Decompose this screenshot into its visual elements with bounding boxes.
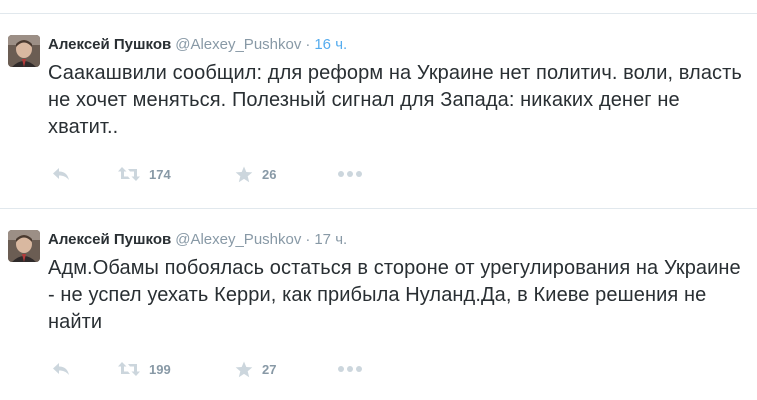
tweet[interactable]: Алексей Пушков @Alexey_Pushkov · 16 ч. Саак… <box>0 14 757 204</box>
reply-button[interactable] <box>52 358 70 380</box>
favorite-count: 27 <box>262 361 277 377</box>
more-button[interactable] <box>337 163 363 185</box>
retweet-count: 199 <box>149 361 171 377</box>
separator-dot: · <box>305 36 311 53</box>
timestamp-link[interactable]: 16 ч. <box>314 36 347 53</box>
retweet-icon <box>118 167 140 181</box>
timestamp-link[interactable]: 17 ч. <box>314 231 347 248</box>
favorite-count: 26 <box>262 166 277 182</box>
reply-icon <box>53 363 69 375</box>
retweet-button[interactable]: 174 <box>118 163 171 185</box>
avatar-image <box>8 230 40 262</box>
star-icon <box>235 166 253 182</box>
avatar[interactable] <box>8 35 40 67</box>
avatar-image <box>8 35 40 67</box>
author-name[interactable]: Алексей Пушков <box>48 231 171 248</box>
more-icon <box>338 366 362 372</box>
tweet-header: Алексей Пушков @Alexey_Pushkov · 16 ч. <box>48 35 347 55</box>
retweet-count: 174 <box>149 166 171 182</box>
more-icon <box>338 171 362 177</box>
star-icon <box>235 361 253 377</box>
retweet-button[interactable]: 199 <box>118 358 171 380</box>
tweet-header: Алексей Пушков @Alexey_Pushkov · 17 ч. <box>48 230 347 250</box>
tweet[interactable]: Алексей Пушков @Alexey_Pushkov · 17 ч. Адм.… <box>0 209 757 399</box>
tweet-text: Саакашвили сообщил: для реформ на Украин… <box>48 62 742 138</box>
more-button[interactable] <box>337 358 363 380</box>
avatar[interactable] <box>8 230 40 262</box>
author-handle[interactable]: @Alexey_Pushkov <box>175 231 301 248</box>
favorite-button[interactable]: 26 <box>235 163 276 185</box>
favorite-button[interactable]: 27 <box>235 358 276 380</box>
tweet-actions: 199 27 <box>48 358 448 380</box>
author-handle[interactable]: @Alexey_Pushkov <box>175 36 301 53</box>
retweet-icon <box>118 362 140 376</box>
tweet-text: Адм.Обамы побоялась остаться в стороне о… <box>48 257 741 333</box>
author-name[interactable]: Алексей Пушков <box>48 36 171 53</box>
reply-button[interactable] <box>52 163 70 185</box>
tweet-actions: 174 26 <box>48 163 448 185</box>
separator-dot: · <box>305 231 311 248</box>
reply-icon <box>53 168 69 180</box>
